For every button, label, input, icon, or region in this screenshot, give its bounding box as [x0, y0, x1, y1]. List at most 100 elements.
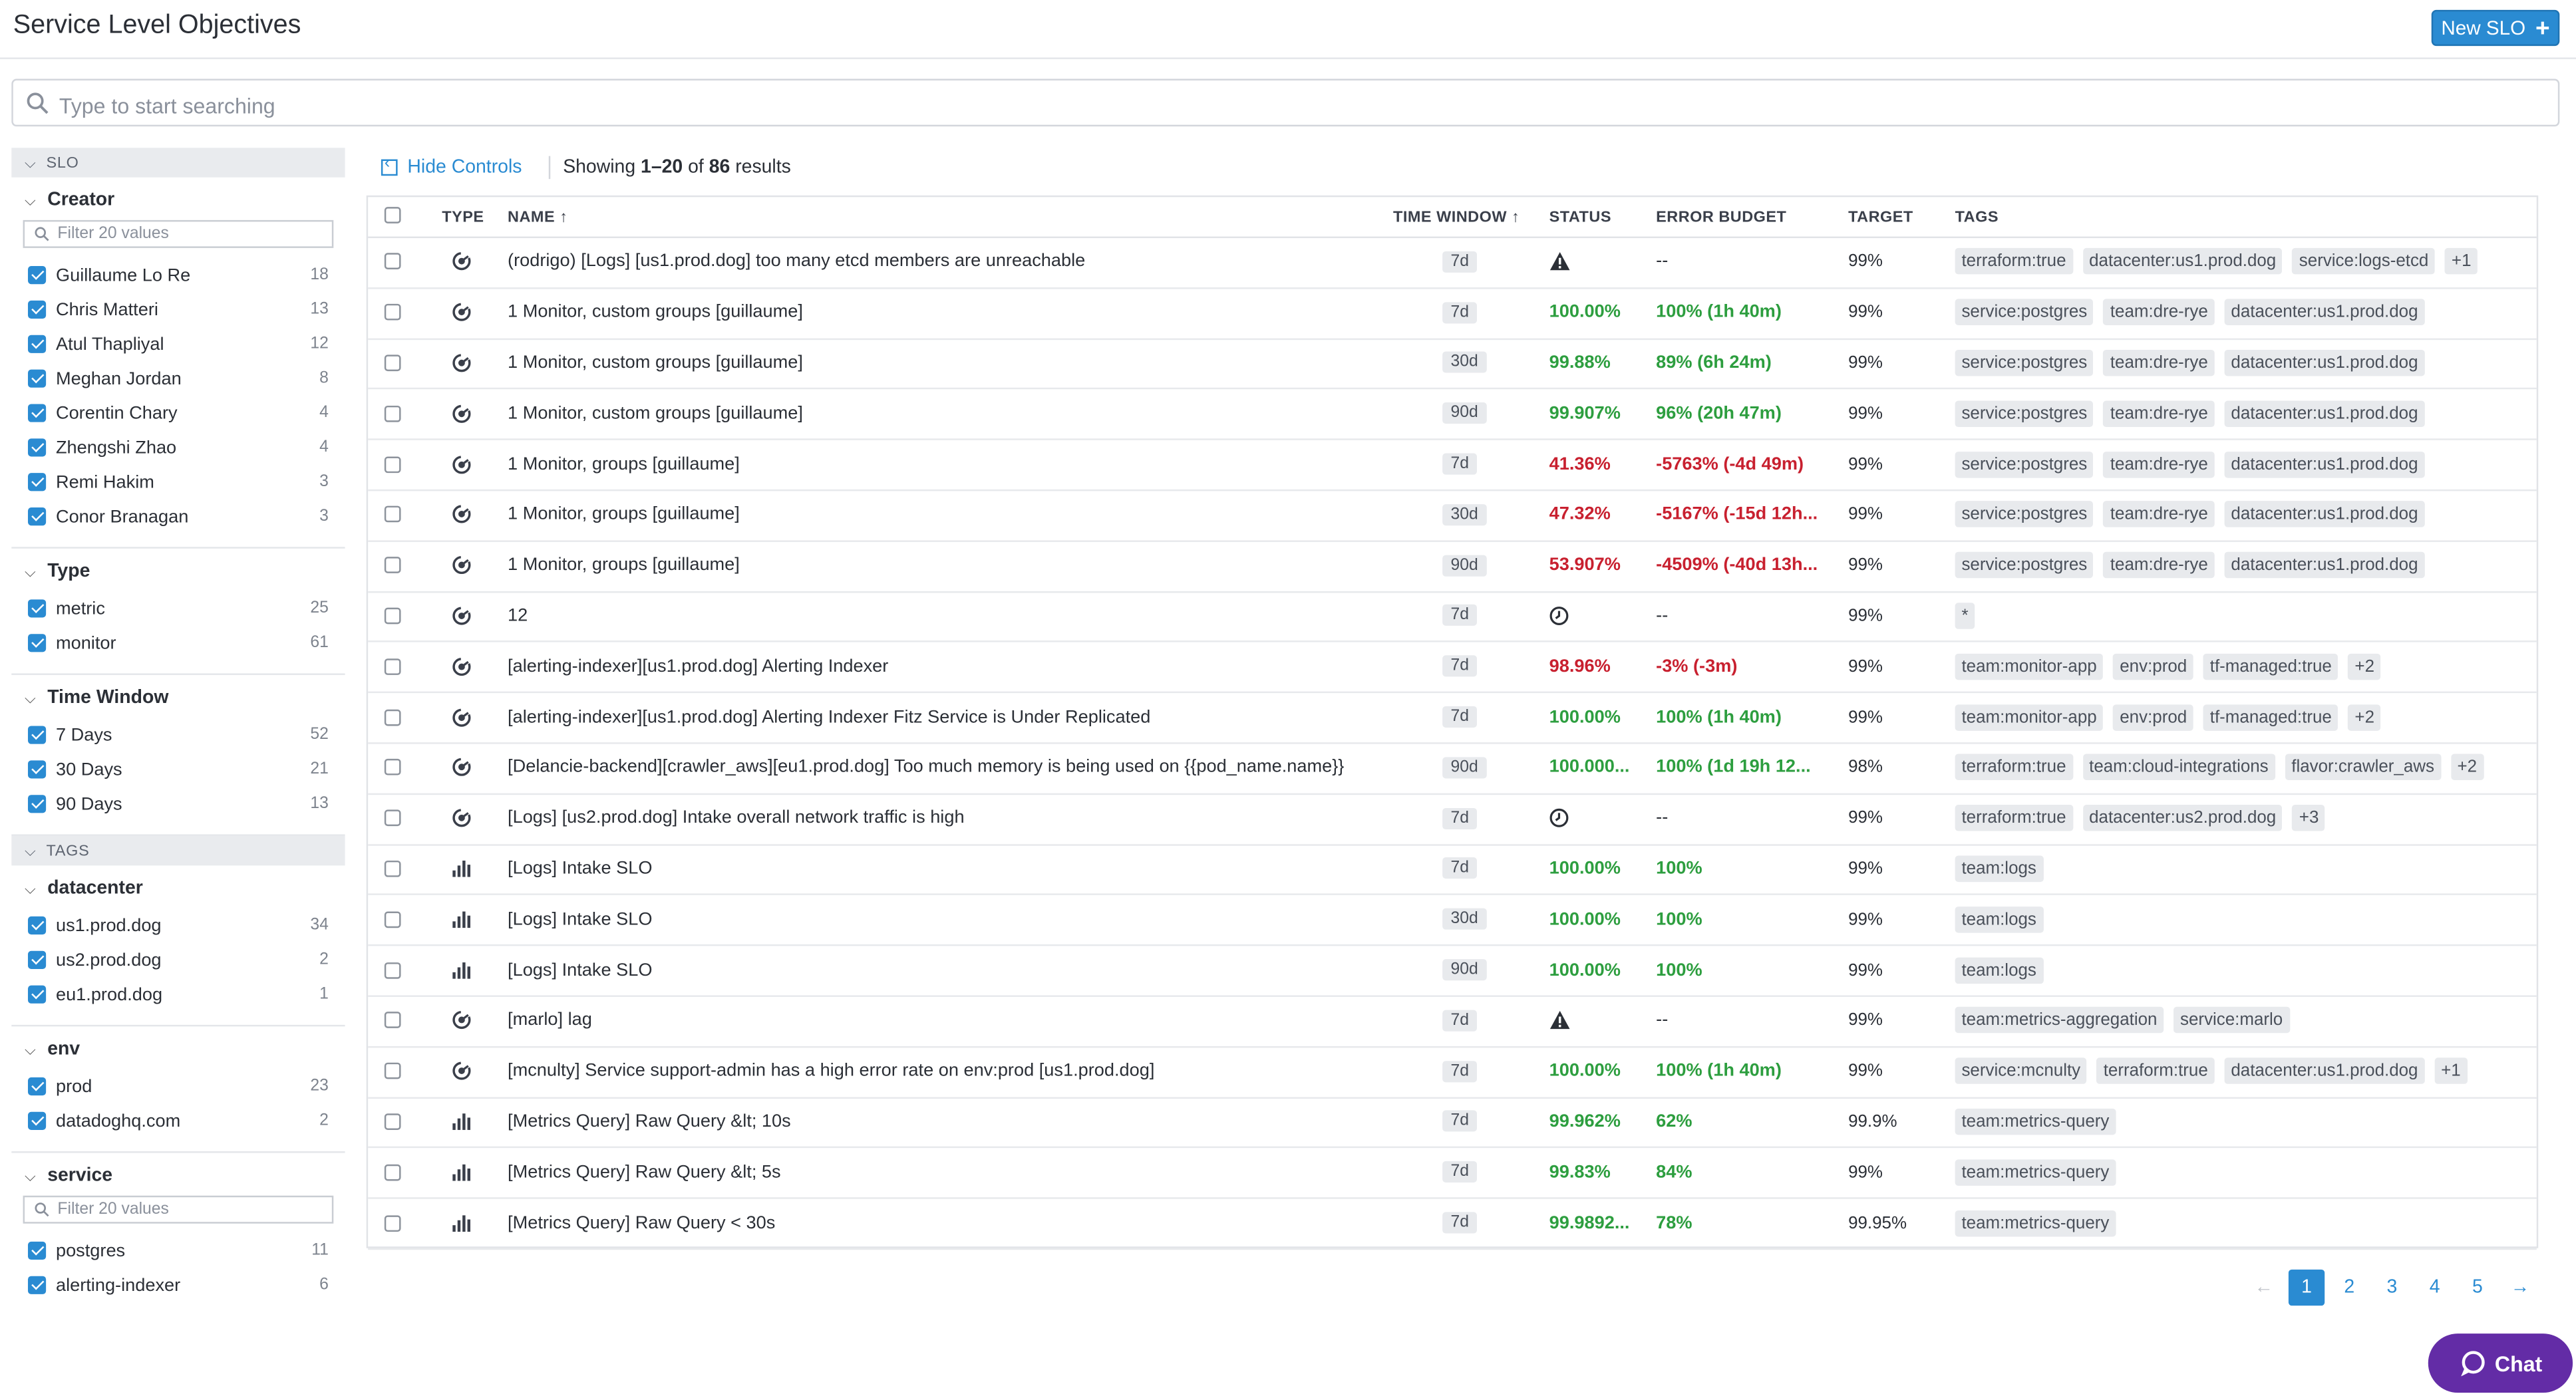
table-row[interactable]: [Metrics Query] Raw Query &lt; 5s 7d 99.…: [368, 1147, 2537, 1200]
checkbox-checked[interactable]: [27, 1276, 47, 1294]
tag-pill[interactable]: service:logs-etcd: [2292, 248, 2436, 275]
tag-pill[interactable]: team:logs: [1955, 956, 2043, 984]
col-status[interactable]: STATUS: [1549, 209, 1611, 227]
facet-option[interactable]: Meghan Jordan 8: [11, 361, 345, 396]
tag-pill[interactable]: team:metrics-query: [1955, 1159, 2116, 1186]
facet-filter-input[interactable]: Filter 20 values: [23, 219, 334, 248]
slo-name[interactable]: [Metrics Query] Raw Query < 30s: [508, 1198, 1378, 1248]
tag-pill[interactable]: team:logs: [1955, 855, 2043, 883]
table-row[interactable]: 12 7d -- 99% *: [368, 591, 2537, 643]
checkbox-checked[interactable]: [27, 473, 47, 491]
facet-title[interactable]: ⌵ Creator: [11, 188, 345, 214]
tag-pill[interactable]: service:postgres: [1955, 451, 2094, 478]
col-time-window[interactable]: TIME WINDOW ↑: [1393, 209, 1520, 227]
row-checkbox[interactable]: [384, 1147, 401, 1198]
page-button[interactable]: 5: [2460, 1270, 2496, 1306]
tag-pill[interactable]: service:postgres: [1955, 349, 2094, 376]
facet-option[interactable]: Guillaume Lo Re 18: [11, 258, 345, 293]
page-button[interactable]: 4: [2416, 1270, 2452, 1306]
table-row[interactable]: [Metrics Query] Raw Query &lt; 10s 7d 99…: [368, 1097, 2537, 1149]
slo-name[interactable]: [alerting-indexer][us1.prod.dog] Alertin…: [508, 641, 1378, 692]
row-checkbox[interactable]: [384, 287, 401, 338]
tag-pill[interactable]: team:dre-rye: [2103, 501, 2215, 528]
facet-option[interactable]: metric 25: [11, 591, 345, 626]
facet-title[interactable]: ⌵ Type: [11, 559, 345, 585]
tag-pill[interactable]: terraform:true: [1955, 248, 2073, 275]
tag-pill[interactable]: team:metrics-query: [1955, 1108, 2116, 1135]
slo-name[interactable]: [marlo] lag: [508, 995, 1378, 1046]
slo-name[interactable]: 1 Monitor, custom groups [guillaume]: [508, 388, 1378, 439]
tag-pill[interactable]: *: [1955, 603, 1975, 629]
tag-pill[interactable]: service:marlo: [2174, 1007, 2290, 1034]
tag-pill[interactable]: team:logs: [1955, 906, 2043, 933]
row-checkbox[interactable]: [384, 1046, 401, 1097]
tag-pill[interactable]: team:monitor-app: [1955, 704, 2104, 730]
checkbox-checked[interactable]: [27, 634, 47, 652]
table-row[interactable]: 1 Monitor, groups [guillaume] 7d 41.36% …: [368, 439, 2537, 491]
tag-pill[interactable]: terraform:true: [1955, 754, 2073, 781]
table-row[interactable]: 1 Monitor, custom groups [guillaume] 90d…: [368, 388, 2537, 441]
next-page-button[interactable]: →: [2502, 1278, 2538, 1298]
facet-option[interactable]: prod 23: [11, 1069, 345, 1104]
col-type[interactable]: TYPE: [442, 209, 484, 227]
table-row[interactable]: 1 Monitor, custom groups [guillaume] 30d…: [368, 338, 2537, 390]
facet-title[interactable]: ⌵ service: [11, 1163, 345, 1189]
facet-option[interactable]: eu1.prod.dog 1: [11, 977, 345, 1012]
slo-name[interactable]: [Delancie-backend][crawler_aws][eu1.prod…: [508, 742, 1378, 793]
checkbox-checked[interactable]: [27, 599, 47, 618]
tag-pill[interactable]: env:prod: [2113, 653, 2194, 680]
facet-option[interactable]: Atul Thapliyal 12: [11, 327, 345, 361]
tag-pill[interactable]: team:dre-rye: [2103, 400, 2215, 427]
search-bar[interactable]: [11, 78, 2560, 127]
slo-name[interactable]: [Metrics Query] Raw Query &lt; 5s: [508, 1147, 1378, 1198]
row-checkbox[interactable]: [384, 1097, 401, 1147]
facet-filter-input[interactable]: Filter 20 values: [23, 1195, 334, 1224]
col-tags[interactable]: TAGS: [1955, 209, 1999, 227]
tag-pill[interactable]: service:postgres: [1955, 552, 2094, 579]
page-button[interactable]: 1: [2288, 1269, 2325, 1306]
checkbox-checked[interactable]: [27, 985, 47, 1004]
table-row[interactable]: [Metrics Query] Raw Query < 30s 7d 99.98…: [368, 1198, 2537, 1250]
row-checkbox[interactable]: [384, 641, 401, 692]
tag-pill[interactable]: +1: [2445, 248, 2478, 275]
table-row[interactable]: [Logs] [us2.prod.dog] Intake overall net…: [368, 793, 2537, 845]
tag-pill[interactable]: datacenter:us1.prod.dog: [2224, 349, 2425, 376]
tags-section-header[interactable]: ⌵ TAGS: [11, 835, 345, 866]
tag-pill[interactable]: datacenter:us1.prod.dog: [2224, 1057, 2425, 1085]
facet-option[interactable]: Conor Branagan 3: [11, 499, 345, 534]
tag-pill[interactable]: terraform:true: [1955, 805, 2073, 831]
row-checkbox[interactable]: [384, 338, 401, 388]
tag-pill[interactable]: datacenter:us2.prod.dog: [2082, 805, 2283, 831]
tag-pill[interactable]: team:dre-rye: [2103, 349, 2215, 376]
slo-name[interactable]: 12: [508, 591, 1378, 641]
tag-pill[interactable]: datacenter:us1.prod.dog: [2224, 299, 2425, 326]
tag-pill[interactable]: service:postgres: [1955, 400, 2094, 427]
tag-pill[interactable]: team:dre-rye: [2103, 451, 2215, 478]
slo-name[interactable]: [Logs] [us2.prod.dog] Intake overall net…: [508, 793, 1378, 843]
tag-pill[interactable]: datacenter:us1.prod.dog: [2224, 552, 2425, 579]
tag-pill[interactable]: env:prod: [2113, 704, 2194, 730]
table-row[interactable]: [mcnulty] Service support-admin has a hi…: [368, 1046, 2537, 1099]
facet-option[interactable]: us2.prod.dog 2: [11, 942, 345, 977]
facet-option[interactable]: postgres 11: [11, 1234, 345, 1268]
tag-pill[interactable]: service:postgres: [1955, 501, 2094, 528]
tag-pill[interactable]: +2: [2450, 754, 2484, 781]
col-error-budget[interactable]: ERROR BUDGET: [1656, 209, 1786, 227]
row-checkbox[interactable]: [384, 591, 401, 641]
col-target[interactable]: TARGET: [1848, 209, 1913, 227]
table-row[interactable]: [alerting-indexer][us1.prod.dog] Alertin…: [368, 692, 2537, 744]
checkbox-checked[interactable]: [27, 950, 47, 969]
slo-name[interactable]: 1 Monitor, custom groups [guillaume]: [508, 287, 1378, 338]
tag-pill[interactable]: team:metrics-aggregation: [1955, 1007, 2164, 1034]
checkbox-checked[interactable]: [27, 300, 47, 319]
table-row[interactable]: [Logs] Intake SLO 7d 100.00% 100% 99% te…: [368, 843, 2537, 896]
facet-option[interactable]: 90 Days 13: [11, 787, 345, 821]
tag-pill[interactable]: team:metrics-query: [1955, 1209, 2116, 1236]
row-checkbox[interactable]: [384, 1198, 401, 1248]
col-name[interactable]: NAME ↑: [508, 209, 567, 227]
row-checkbox[interactable]: [384, 540, 401, 591]
slo-name[interactable]: (rodrigo) [Logs] [us1.prod.dog] too many…: [508, 237, 1378, 287]
tag-pill[interactable]: +2: [2348, 653, 2381, 680]
row-checkbox[interactable]: [384, 995, 401, 1046]
tag-pill[interactable]: tf-managed:true: [2203, 704, 2338, 730]
